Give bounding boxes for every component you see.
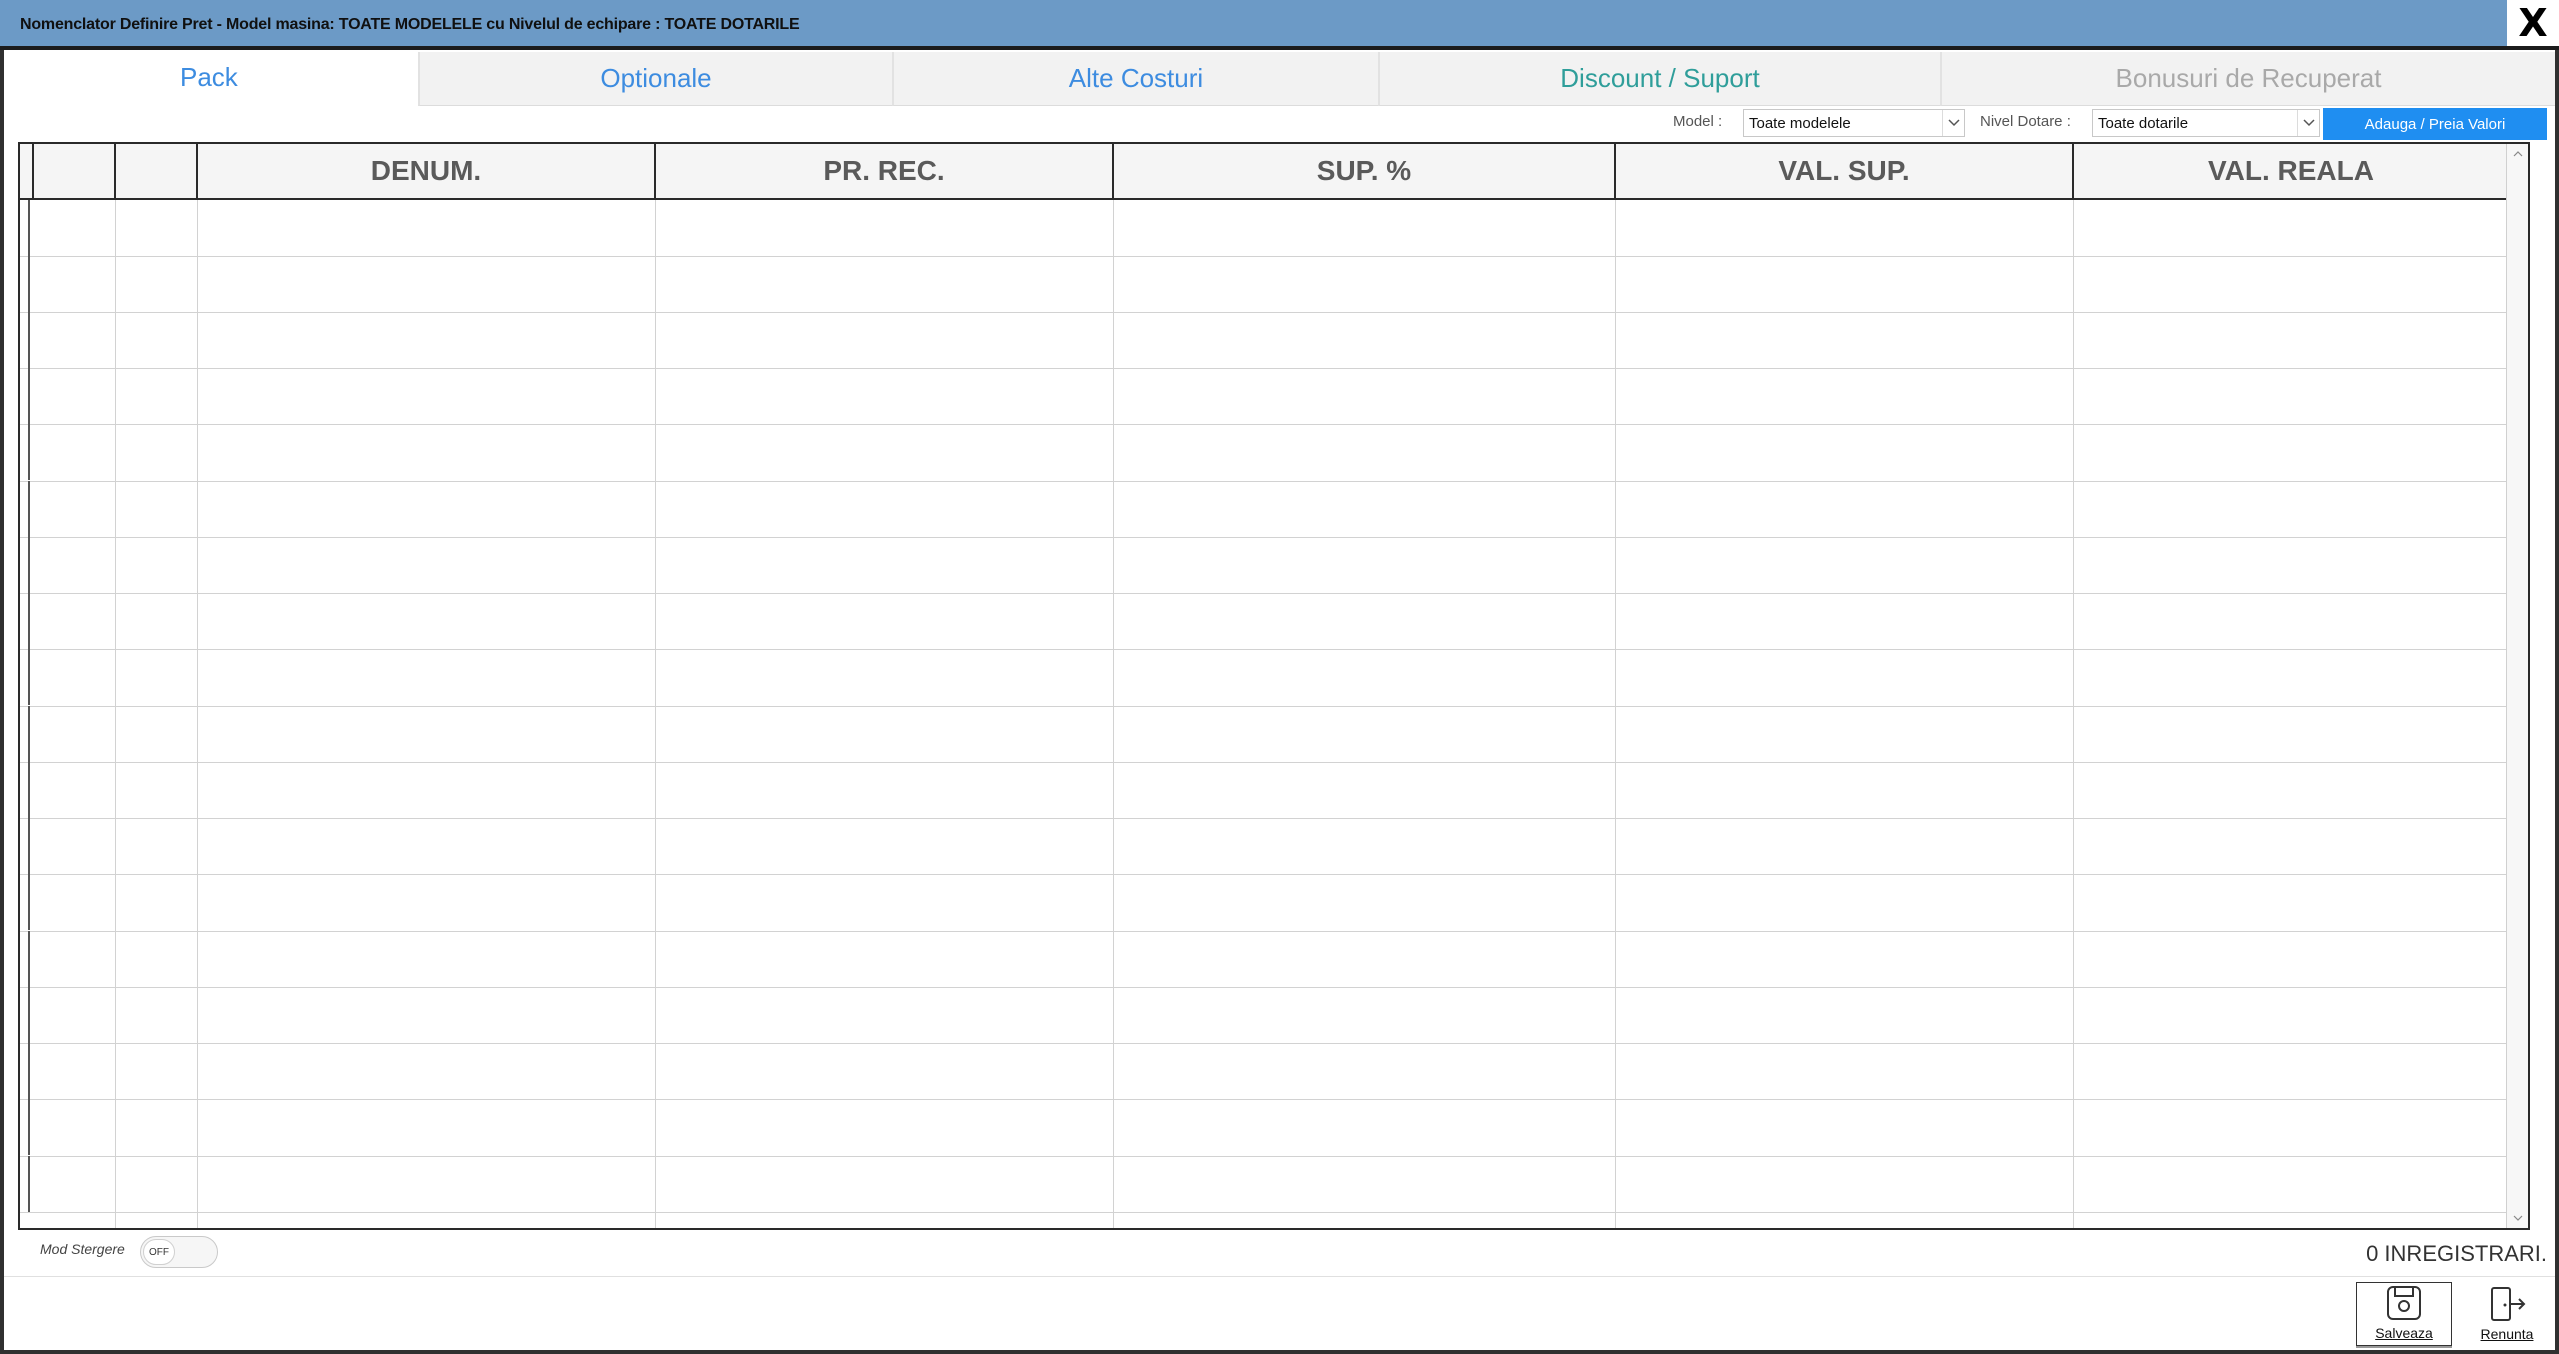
- row-selector[interactable]: [20, 312, 30, 368]
- tab-pack[interactable]: Pack: [6, 50, 418, 104]
- grid-header-sup-pct[interactable]: SUP. %: [1114, 144, 1616, 200]
- grid-header-col2: [116, 144, 198, 200]
- table-row[interactable]: [20, 368, 2528, 369]
- table-row[interactable]: [20, 424, 2528, 425]
- row-selector[interactable]: [20, 256, 30, 312]
- row-selector[interactable]: [20, 1099, 30, 1155]
- grid-header-col1: [34, 144, 116, 200]
- tab-bar: Pack Optionale Alte Costuri Discount / S…: [6, 50, 2555, 106]
- row-selector[interactable]: [20, 649, 30, 705]
- data-grid[interactable]: DENUM. PR. REC. SUP. % VAL. SUP. VAL. RE…: [18, 142, 2530, 1230]
- tab-bonusuri-de-recuperat: Bonusuri de Recuperat: [1940, 52, 2555, 106]
- row-selector[interactable]: [20, 987, 30, 1043]
- row-selector[interactable]: [20, 593, 30, 649]
- floppy-disk-icon: [2387, 1286, 2421, 1320]
- table-row[interactable]: [20, 818, 2528, 819]
- chevron-down-icon: [1942, 110, 1964, 136]
- window-title: Nomenclator Definire Pret - Model masina…: [20, 16, 800, 33]
- row-selector[interactable]: [20, 1043, 30, 1099]
- table-row[interactable]: [20, 1043, 2528, 1044]
- table-row[interactable]: [20, 312, 2528, 313]
- table-row[interactable]: [20, 987, 2528, 988]
- row-selector[interactable]: [20, 481, 30, 537]
- records-count: 0 INREGISTRARI.: [2366, 1241, 2547, 1266]
- grid-column-line: [115, 200, 116, 1228]
- table-row[interactable]: [20, 931, 2528, 932]
- save-label: Salveaza: [2375, 1325, 2433, 1341]
- table-row[interactable]: [20, 762, 2528, 763]
- grid-header-denum[interactable]: DENUM.: [198, 144, 656, 200]
- footer-divider: [4, 1276, 2555, 1277]
- tab-alte-costuri[interactable]: Alte Costuri: [892, 52, 1378, 106]
- table-row[interactable]: [20, 537, 2528, 538]
- mod-stergere-toggle[interactable]: OFF: [140, 1236, 218, 1268]
- scroll-down-icon[interactable]: [2507, 1208, 2528, 1228]
- row-selector[interactable]: [20, 818, 30, 874]
- grid-header-val-reala[interactable]: VAL. REALA: [2074, 144, 2510, 200]
- table-row[interactable]: [20, 1156, 2528, 1157]
- mod-stergere-label: Mod Stergere: [40, 1241, 125, 1257]
- row-selector[interactable]: [20, 1156, 30, 1212]
- row-selector[interactable]: [20, 368, 30, 424]
- save-button[interactable]: Salveaza: [2356, 1282, 2452, 1346]
- grid-header-pr-rec[interactable]: PR. REC.: [656, 144, 1114, 200]
- nivel-dotare-select-value: Toate dotarile: [2098, 115, 2189, 132]
- row-selector[interactable]: [20, 200, 30, 256]
- grid-column-line: [197, 200, 198, 1228]
- nivel-dotare-label: Nivel Dotare :: [1980, 113, 2071, 130]
- cancel-label: Renunta: [2480, 1326, 2534, 1342]
- scroll-up-icon[interactable]: [2507, 144, 2528, 164]
- row-selector[interactable]: [20, 874, 30, 930]
- grid-header-val-sup[interactable]: VAL. SUP.: [1616, 144, 2074, 200]
- row-selector[interactable]: [20, 762, 30, 818]
- row-selector[interactable]: [20, 424, 30, 480]
- adauga-preia-valori-button[interactable]: Adauga / Preia Valori: [2323, 108, 2547, 140]
- table-row[interactable]: [20, 481, 2528, 482]
- tab-optionale[interactable]: Optionale: [418, 52, 892, 106]
- table-row[interactable]: [20, 874, 2528, 875]
- exit-door-icon: [2491, 1287, 2526, 1321]
- chevron-down-icon: [2297, 110, 2319, 136]
- table-row[interactable]: [20, 593, 2528, 594]
- table-row[interactable]: [20, 649, 2528, 650]
- grid-column-line: [1113, 200, 1114, 1228]
- vertical-scrollbar[interactable]: [2506, 144, 2528, 1228]
- grid-column-line: [2073, 200, 2074, 1228]
- model-select-value: Toate modelele: [1749, 115, 1851, 132]
- table-row[interactable]: [20, 1099, 2528, 1100]
- grid-column-line: [1615, 200, 1616, 1228]
- table-row[interactable]: [20, 1212, 2528, 1213]
- cancel-button[interactable]: Renunta: [2468, 1282, 2546, 1346]
- table-row[interactable]: [20, 706, 2528, 707]
- row-selector[interactable]: [20, 537, 30, 593]
- tab-discount-suport[interactable]: Discount / Suport: [1378, 52, 1940, 106]
- model-label: Model :: [1673, 113, 1723, 130]
- close-button[interactable]: X: [2507, 0, 2559, 46]
- toggle-state: OFF: [143, 1239, 175, 1265]
- grid-header-selector: [20, 144, 34, 200]
- row-selector[interactable]: [20, 706, 30, 762]
- title-bar: Nomenclator Definire Pret - Model masina…: [0, 0, 2559, 50]
- table-row[interactable]: [20, 256, 2528, 257]
- grid-column-line: [655, 200, 656, 1228]
- row-selector[interactable]: [20, 931, 30, 987]
- nivel-dotare-select[interactable]: Toate dotarile: [2092, 109, 2320, 137]
- model-select[interactable]: Toate modelele: [1743, 109, 1965, 137]
